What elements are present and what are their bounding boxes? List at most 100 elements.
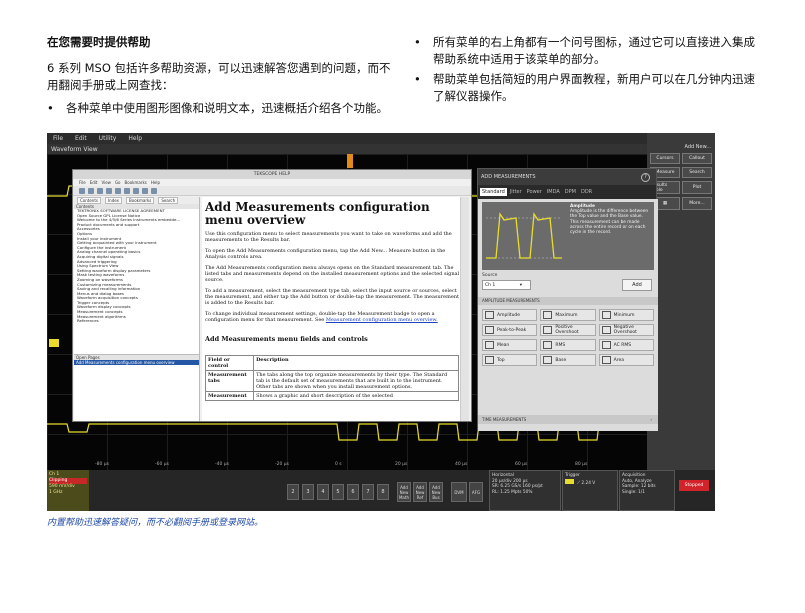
find-icon[interactable] bbox=[133, 187, 139, 194]
tab-dpm[interactable]: DPM bbox=[563, 188, 578, 196]
measurement-option[interactable]: Area bbox=[598, 354, 654, 366]
measurement-option-label: AC RMS bbox=[613, 342, 632, 348]
afg-button[interactable]: AFG bbox=[469, 482, 483, 502]
time-tick-label: -20 µs bbox=[275, 462, 289, 467]
zoom-in-icon[interactable] bbox=[142, 187, 148, 194]
help-menu-help[interactable]: Help bbox=[151, 180, 160, 185]
measurement-option[interactable]: Base bbox=[540, 354, 596, 366]
measurement-option-label: Peak-to-Peak bbox=[497, 327, 527, 333]
zoom-out-icon[interactable] bbox=[151, 187, 157, 194]
measurement-preview: Amplitude Amplitude is the difference be… bbox=[482, 202, 654, 270]
channel-button-3[interactable]: 3 bbox=[302, 484, 314, 500]
tab-jitter[interactable]: Jitter bbox=[508, 188, 524, 196]
trigger-badge[interactable]: Trigger ⟋ 2.24 V bbox=[562, 470, 618, 511]
channel-button-2[interactable]: 2 bbox=[287, 484, 299, 500]
horizontal-badge[interactable]: Horizontal 20 µs/div 200 µs SR: 6.25 GS/… bbox=[489, 470, 561, 511]
help-nav-tabs: Contents Index Bookmarks Search bbox=[74, 197, 199, 204]
sync-icon[interactable] bbox=[106, 187, 112, 194]
time-tick-label: -40 µs bbox=[215, 462, 229, 467]
amplitude-measurement-grid: Amplitude Maximum Minimum Peak-to-Peak Posit… bbox=[482, 309, 654, 366]
channel-button-8[interactable]: 8 bbox=[377, 484, 389, 500]
tab-contents[interactable]: Contents bbox=[77, 197, 101, 204]
measurement-option-label: Minimum bbox=[613, 312, 635, 318]
measurement-option[interactable]: Amplitude bbox=[482, 309, 538, 321]
open-page-item[interactable]: Add Measurements configuration menu over… bbox=[74, 360, 199, 365]
tab-ddr[interactable]: DDR bbox=[579, 188, 594, 196]
source-label: Source bbox=[482, 273, 498, 278]
acquisition-badge[interactable]: Acquisition Auto, Analyze Sample: 12 bit… bbox=[619, 470, 675, 511]
add-new-math-button[interactable]: Add New Math bbox=[397, 482, 411, 502]
measurement-option[interactable]: RMS bbox=[540, 339, 596, 351]
channel-button-5[interactable]: 5 bbox=[332, 484, 344, 500]
channel-button-7[interactable]: 7 bbox=[362, 484, 374, 500]
add-measurements-panel: ADD MEASUREMENTS ? Standard Jitter Power… bbox=[477, 168, 658, 431]
help-menu-bookmarks[interactable]: Bookmarks bbox=[125, 180, 147, 185]
channel-button-6[interactable]: 6 bbox=[347, 484, 359, 500]
plot-button[interactable]: Plot bbox=[682, 181, 712, 194]
ch1-badge[interactable]: Ch 1 Clipping 590 mV/div 1 GHz bbox=[47, 470, 89, 511]
source-value: Ch 1 bbox=[485, 283, 496, 288]
time-measurements-label: TIME MEASUREMENTS bbox=[482, 417, 527, 422]
print-icon[interactable] bbox=[124, 187, 130, 194]
help-menubar: File Edit View Go Bookmarks Help bbox=[73, 179, 471, 186]
time-tick-label: 80 µs bbox=[575, 462, 588, 467]
section-heading: 在您需要时提供帮助 bbox=[47, 35, 151, 49]
time-tick-label: -60 µs bbox=[155, 462, 169, 467]
measurement-option[interactable]: Negative Overshoot bbox=[598, 324, 654, 336]
tab-bookmarks[interactable]: Bookmarks bbox=[126, 197, 155, 204]
help-link[interactable]: Measurement configuration menu overview. bbox=[326, 317, 438, 323]
tab-imda[interactable]: IMDA bbox=[545, 188, 562, 196]
callout-button[interactable]: Callout bbox=[682, 153, 712, 164]
menu-edit[interactable]: Edit bbox=[75, 135, 87, 142]
measurement-option-label: Top bbox=[497, 357, 505, 363]
left-bullet-list: 各种菜单中使用图形图像和说明文本，迅速概括介绍各个功能。 bbox=[47, 100, 392, 117]
doc-left-column: 在您需要时提供帮助 6 系列 MSO 包括许多帮助资源，可以迅速解答您遇到的问题… bbox=[47, 34, 392, 120]
tab-standard[interactable]: Standard bbox=[480, 188, 507, 196]
menu-file[interactable]: File bbox=[53, 135, 63, 142]
tab-search[interactable]: Search bbox=[158, 197, 179, 204]
measurement-option[interactable]: Peak-to-Peak bbox=[482, 324, 538, 336]
measurement-option[interactable]: Minimum bbox=[598, 309, 654, 321]
oscilloscope-screenshot: File Edit Utility Help Waveform View Add… bbox=[47, 133, 715, 511]
measurement-option-label: RMS bbox=[555, 342, 566, 348]
more-button[interactable]: More... bbox=[682, 197, 712, 210]
forward-icon[interactable] bbox=[88, 187, 94, 194]
help-menu-go[interactable]: Go bbox=[115, 180, 121, 185]
search-button[interactable]: Search bbox=[682, 167, 712, 178]
trigger-ch-icon bbox=[565, 478, 574, 484]
waveform-view-label: Waveform View bbox=[51, 145, 98, 153]
add-new-ref-button[interactable]: Add New Ref bbox=[413, 482, 427, 502]
menu-utility[interactable]: Utility bbox=[99, 135, 117, 142]
home-icon[interactable] bbox=[97, 187, 103, 194]
time-axis: -80 µs -60 µs -40 µs -20 µs 0 s 20 µs 40 µs 60 … bbox=[47, 462, 647, 470]
tab-index[interactable]: Index bbox=[105, 197, 123, 204]
cursors-button[interactable]: Cursors bbox=[650, 153, 680, 164]
table-cell: The tabs along the top organize measurem… bbox=[253, 370, 459, 392]
help-question-icon[interactable]: ? bbox=[641, 172, 650, 182]
measurement-icon bbox=[601, 341, 611, 349]
back-icon[interactable] bbox=[79, 187, 85, 194]
tab-power[interactable]: Power bbox=[525, 188, 544, 196]
help-menu-view[interactable]: View bbox=[101, 180, 111, 185]
measurement-option[interactable]: Mean bbox=[482, 339, 538, 351]
toc-item[interactable]: References bbox=[77, 319, 199, 324]
source-select[interactable]: Ch 1 ▾ bbox=[482, 280, 531, 290]
measurement-icon bbox=[601, 311, 611, 319]
help-scrollbar[interactable] bbox=[460, 197, 469, 421]
time-measurements-header[interactable]: TIME MEASUREMENTS › bbox=[478, 415, 658, 424]
add-measurement-button[interactable]: Add bbox=[622, 279, 652, 291]
help-menu-edit[interactable]: Edit bbox=[90, 180, 98, 185]
menu-help[interactable]: Help bbox=[128, 135, 142, 142]
help-menu-file[interactable]: File bbox=[79, 180, 86, 185]
channel-button-4[interactable]: 4 bbox=[317, 484, 329, 500]
copy-icon[interactable] bbox=[115, 187, 121, 194]
measurement-option-label: Positive Overshoot bbox=[555, 325, 579, 335]
measurement-option[interactable]: Top bbox=[482, 354, 538, 366]
measurement-option[interactable]: Positive Overshoot bbox=[540, 324, 596, 336]
measurement-option[interactable]: Maximum bbox=[540, 309, 596, 321]
add-new-bus-button[interactable]: Add New Bus bbox=[429, 482, 443, 502]
time-tick-label: -80 µs bbox=[95, 462, 109, 467]
run-stop-status[interactable]: Stopped bbox=[679, 480, 709, 491]
dvm-button[interactable]: DVM bbox=[451, 482, 467, 502]
measurement-option[interactable]: AC RMS bbox=[598, 339, 654, 351]
